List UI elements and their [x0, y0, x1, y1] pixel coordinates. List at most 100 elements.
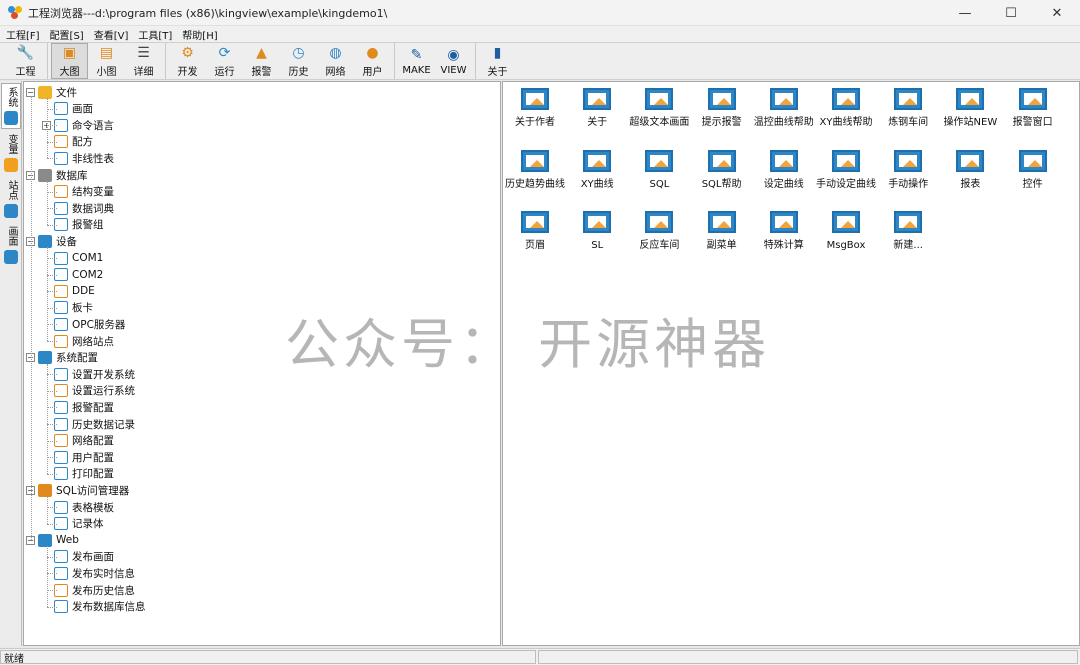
- tree-node[interactable]: 发布数据库信息: [42, 599, 146, 615]
- toolbar-button-about-book[interactable]: ▮ 关于: [479, 43, 516, 79]
- picture-item[interactable]: 历史趋势曲线: [504, 149, 566, 191]
- picture-item-label: 报表: [960, 178, 981, 190]
- picture-item[interactable]: 副菜单: [691, 211, 753, 252]
- tree-node-root[interactable]: − SQL访问管理器: [26, 482, 129, 498]
- picture-item[interactable]: MsgBox: [815, 211, 877, 252]
- tree-connector: [47, 181, 48, 225]
- toolbar-button-label: 关于: [487, 67, 508, 78]
- toolbar-button-small-view-icon[interactable]: ▤ 小图: [88, 43, 125, 79]
- gear-icon: [4, 111, 18, 125]
- picture-item[interactable]: SQL: [628, 149, 690, 191]
- tree-node-label: 数据词典: [72, 202, 114, 215]
- picture-item-label: 关于: [587, 117, 608, 128]
- toolbar-button-large-view-icon[interactable]: ▣ 大图: [51, 43, 88, 79]
- side-tab-picture[interactable]: 画面: [1, 223, 21, 267]
- tree-connector: [47, 324, 57, 326]
- small-icon-view-icon: ▤: [99, 45, 114, 61]
- menu-item[interactable]: 工具[T]: [138, 27, 172, 42]
- toolbar-button-wrench[interactable]: 🔧 工程: [7, 43, 44, 79]
- picture-item-label: 副菜单: [706, 240, 737, 251]
- picture-item[interactable]: 控件: [1002, 149, 1064, 191]
- tree-node-label: 打印配置: [72, 468, 114, 481]
- sql-manager-icon: [38, 483, 52, 497]
- picture-item[interactable]: 关于作者: [504, 88, 566, 129]
- tree-connector: [47, 191, 57, 193]
- picture-item[interactable]: 操作站NEW: [939, 88, 1001, 129]
- tree-node-label: 系统配置: [56, 352, 98, 365]
- tree-connector: [47, 247, 48, 341]
- menu-item[interactable]: 工程[F]: [6, 27, 40, 42]
- side-tab-label: 系统: [6, 87, 17, 107]
- monitor-icon: [38, 234, 52, 248]
- tree-node-label: 发布画面: [72, 551, 114, 564]
- picture-icon: [521, 88, 549, 110]
- picture-icon: [645, 88, 674, 110]
- picture-item[interactable]: 炼钢车间: [877, 88, 939, 129]
- tree-connector: [47, 440, 57, 442]
- watermark-text: 公众号： 开源神器: [285, 313, 771, 376]
- picture-icon: [769, 211, 798, 233]
- tree-node-root[interactable]: − 数据库: [26, 167, 88, 183]
- toolbar-button-history-clock[interactable]: ◷ 历史: [280, 43, 317, 79]
- tree-node-label: 命令语言: [72, 119, 114, 132]
- picture-item[interactable]: 反应车间: [628, 211, 690, 252]
- picture-item[interactable]: 手动操作: [877, 149, 939, 191]
- menu-item[interactable]: 帮助[H]: [182, 27, 217, 42]
- picture-item[interactable]: 提示报警: [691, 88, 753, 129]
- toolbar-button-alarm-bell[interactable]: ▲ 报警: [243, 43, 280, 79]
- picture-icon: [769, 88, 798, 110]
- tree-connector: [47, 108, 57, 110]
- picture-item[interactable]: 关于: [566, 88, 628, 129]
- picture-item[interactable]: 特殊计算: [753, 211, 815, 252]
- picture-item[interactable]: 超级文本画面: [628, 88, 690, 129]
- picture-item[interactable]: 页眉: [504, 211, 566, 252]
- tree-node-root[interactable]: − 文件: [26, 84, 77, 100]
- side-tab-system[interactable]: 系统: [1, 83, 21, 129]
- picture-item[interactable]: SL: [566, 211, 628, 252]
- toolbar-button-user[interactable]: ● 用户: [354, 43, 391, 79]
- folder-icon: [38, 85, 52, 99]
- toolbar-button-detail-view[interactable]: ☰ 详细: [125, 43, 162, 79]
- tree-node-root[interactable]: − 系统配置: [26, 350, 98, 366]
- picture-icon: [832, 88, 860, 110]
- close-button[interactable]: ✕: [1034, 0, 1080, 26]
- picture-item[interactable]: XY曲线帮助: [815, 88, 877, 129]
- tree-node-label: 发布实时信息: [72, 567, 135, 580]
- picture-item[interactable]: 报警窗口: [1002, 88, 1064, 129]
- picture-item[interactable]: 温控曲线帮助: [753, 88, 815, 129]
- tree-node-root[interactable]: − 设备: [26, 233, 77, 249]
- toolbar-button-make-edit[interactable]: ✎ MAKE: [398, 43, 435, 79]
- system-config-icon: [38, 351, 52, 365]
- toolbar-group: ▣ 大图 ▤ 小图 ☰ 详细: [47, 43, 165, 79]
- toolbar-group: ⚙ 开发 ⟳ 运行 ▲ 报警 ◷ 历史 ◍ 网络 ● 用户: [165, 43, 394, 79]
- menu-item[interactable]: 配置[S]: [50, 27, 84, 42]
- picture-icon: [645, 149, 674, 172]
- picture-item[interactable]: XY曲线: [566, 149, 628, 191]
- tree-node-root[interactable]: − Web: [26, 532, 79, 548]
- side-tab-station[interactable]: 站点: [1, 177, 21, 221]
- toolbar-button-gear-develop[interactable]: ⚙ 开发: [169, 43, 206, 79]
- menu-item[interactable]: 查看[V]: [94, 27, 129, 42]
- picture-item[interactable]: 新建...: [877, 211, 939, 252]
- picture-icon: [832, 211, 860, 233]
- picture-item-label: SL: [591, 240, 604, 251]
- minimize-button[interactable]: —: [942, 0, 988, 26]
- picture-icon: [707, 88, 736, 110]
- toolbar-button-run[interactable]: ⟳ 运行: [206, 43, 243, 79]
- tree-connector: [47, 208, 57, 210]
- picture-item[interactable]: 报表: [939, 149, 1001, 191]
- picture-item[interactable]: SQL帮助: [691, 149, 753, 191]
- tree-node-label: 设置开发系统: [72, 368, 135, 381]
- toolbar-button-label: MAKE: [402, 65, 431, 76]
- tree-node-label: 数据库: [56, 169, 88, 182]
- side-tab-variable[interactable]: 变量: [1, 131, 21, 175]
- picture-item[interactable]: 设定曲线: [753, 149, 815, 191]
- toolbar-button-view-eye[interactable]: ◉ VIEW: [435, 43, 472, 79]
- tree-node-label: 设置运行系统: [72, 385, 135, 398]
- toolbar-button-globe[interactable]: ◍ 网络: [317, 43, 354, 79]
- make-edit-icon: ✎: [410, 47, 423, 63]
- tree-node-label: OPC服务器: [72, 318, 126, 331]
- maximize-button[interactable]: ☐: [988, 0, 1034, 26]
- picture-item[interactable]: 手动设定曲线: [815, 149, 877, 191]
- picture-icon: [583, 149, 612, 172]
